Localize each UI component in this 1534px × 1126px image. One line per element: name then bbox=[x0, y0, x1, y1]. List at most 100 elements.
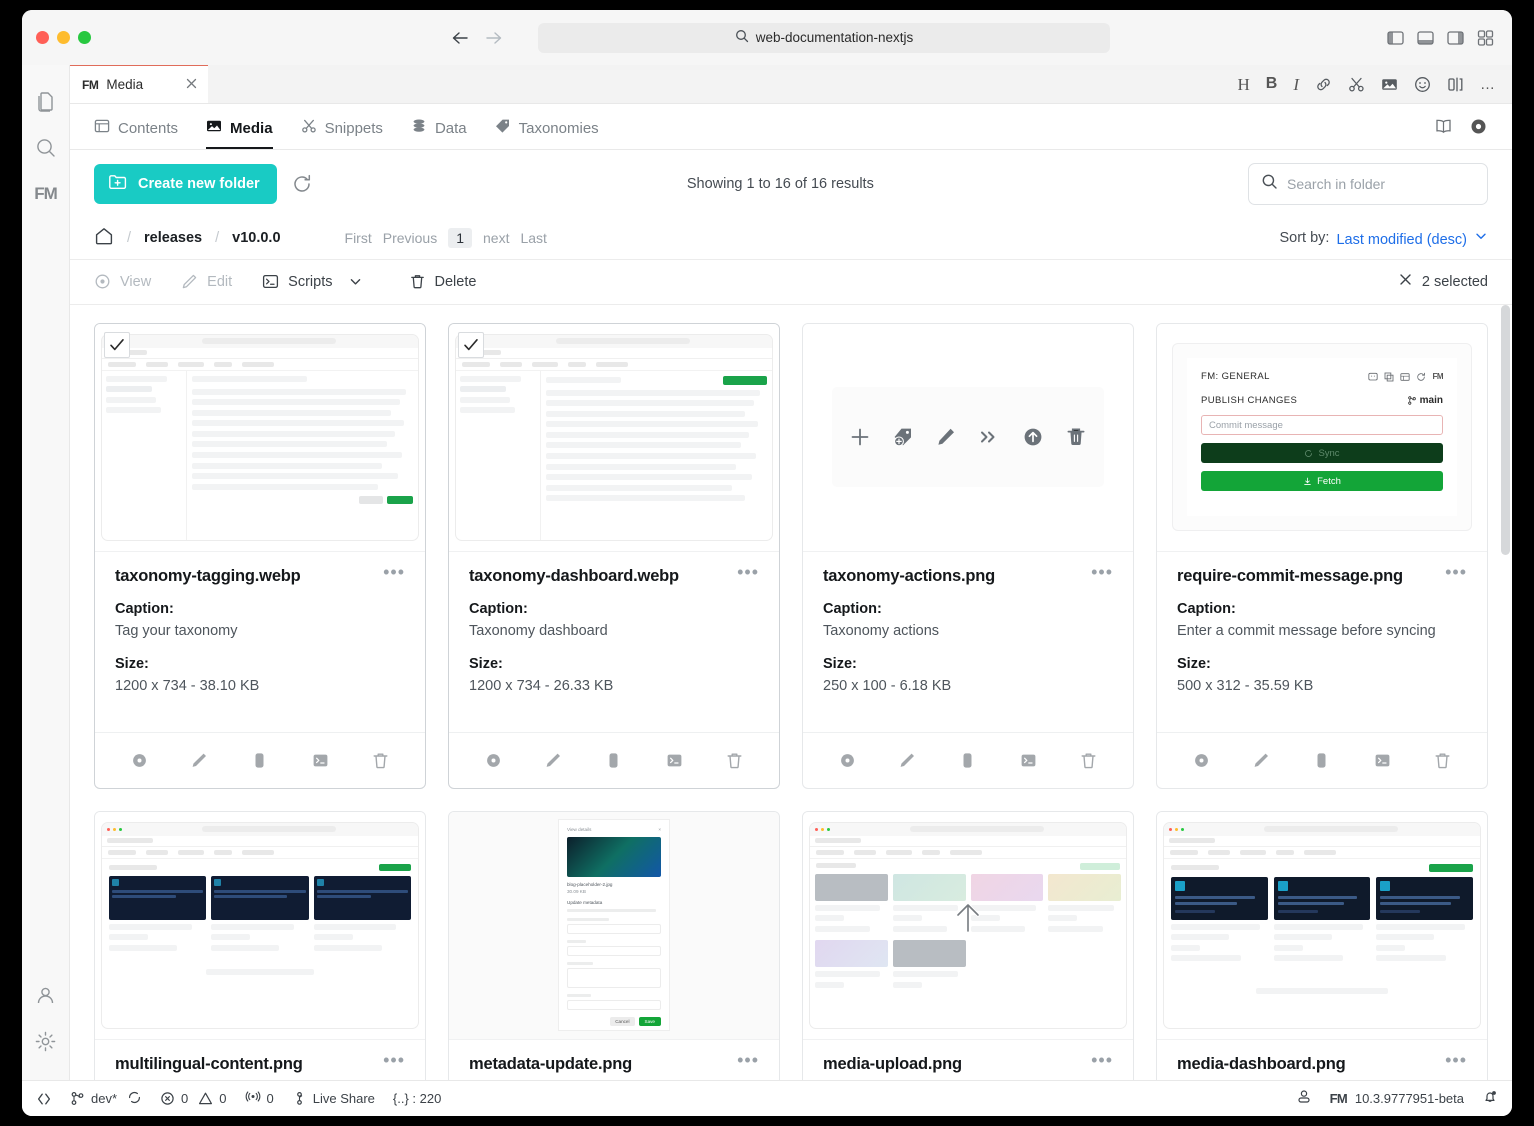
media-thumbnail[interactable]: FM: GENERAL FM bbox=[1157, 324, 1487, 552]
more-icon[interactable]: ••• bbox=[1445, 567, 1467, 578]
media-thumbnail[interactable] bbox=[1157, 812, 1487, 1040]
files-icon[interactable] bbox=[26, 79, 66, 125]
emoji-icon[interactable] bbox=[1414, 76, 1431, 93]
trash-icon[interactable] bbox=[1433, 751, 1452, 770]
more-icon[interactable]: ••• bbox=[383, 1055, 405, 1066]
create-new-folder-button[interactable]: Create new folder bbox=[94, 164, 277, 204]
sync-button[interactable]: Sync bbox=[1201, 443, 1443, 463]
more-icon[interactable]: ••• bbox=[1091, 567, 1113, 578]
maximize-window-button[interactable] bbox=[78, 31, 91, 44]
bell-dot-icon[interactable] bbox=[1482, 1089, 1498, 1108]
search-input[interactable] bbox=[1287, 176, 1475, 192]
clipboard-icon[interactable] bbox=[604, 751, 623, 770]
page-first[interactable]: First bbox=[345, 230, 372, 246]
braces-indicator[interactable]: {..} : 220 bbox=[393, 1091, 441, 1106]
live-share-button[interactable]: Live Share bbox=[292, 1091, 375, 1106]
sort-value[interactable]: Last modified (desc) bbox=[1336, 231, 1467, 251]
close-window-button[interactable] bbox=[36, 31, 49, 44]
media-thumbnail[interactable] bbox=[803, 324, 1133, 552]
media-thumbnail[interactable]: View details × blog-placeholder-2.jpg 30… bbox=[449, 812, 779, 1040]
delete-button[interactable]: Delete bbox=[409, 273, 477, 290]
panel-right-icon[interactable] bbox=[1447, 29, 1464, 46]
panel-bottom-icon[interactable] bbox=[1417, 29, 1434, 46]
media-thumbnail[interactable] bbox=[95, 324, 425, 552]
clipboard-icon[interactable] bbox=[250, 751, 269, 770]
breadcrumb-item-releases[interactable]: releases bbox=[144, 230, 202, 246]
bold-icon[interactable]: B bbox=[1266, 76, 1278, 92]
page-previous[interactable]: Previous bbox=[383, 230, 437, 246]
page-next[interactable]: next bbox=[483, 230, 509, 246]
eye-icon[interactable] bbox=[484, 751, 503, 770]
more-icon[interactable]: ••• bbox=[737, 1055, 759, 1066]
home-icon[interactable] bbox=[94, 226, 114, 250]
page-current[interactable]: 1 bbox=[448, 228, 472, 248]
pencil-icon[interactable] bbox=[898, 751, 917, 770]
remote-indicator[interactable] bbox=[36, 1091, 52, 1107]
scissors-icon[interactable] bbox=[1348, 76, 1365, 93]
frontmatter-version[interactable]: FM 10.3.9777951-beta bbox=[1330, 1091, 1464, 1106]
terminal-icon[interactable] bbox=[1019, 751, 1038, 770]
media-thumbnail[interactable] bbox=[803, 812, 1133, 1040]
breadcrumb-item-version[interactable]: v10.0.0 bbox=[232, 230, 280, 246]
scripts-button[interactable]: Scripts bbox=[262, 273, 362, 290]
git-branch-indicator[interactable]: dev* bbox=[70, 1090, 142, 1108]
tab-media[interactable]: Media bbox=[206, 118, 273, 149]
more-icon[interactable]: ••• bbox=[737, 567, 759, 578]
trash-icon[interactable] bbox=[1079, 751, 1098, 770]
terminal-icon[interactable] bbox=[665, 751, 684, 770]
pencil-icon[interactable] bbox=[1252, 751, 1271, 770]
selection-checkbox[interactable] bbox=[458, 332, 484, 358]
address-bar[interactable]: web-documentation-nextjs bbox=[538, 23, 1110, 53]
more-icon[interactable]: … bbox=[1480, 77, 1496, 92]
fetch-button[interactable]: Fetch bbox=[1201, 471, 1443, 491]
layout-grid-icon[interactable] bbox=[1477, 29, 1494, 46]
eye-icon[interactable] bbox=[838, 751, 857, 770]
sync-icon[interactable] bbox=[127, 1090, 142, 1108]
gear-icon[interactable] bbox=[1469, 117, 1488, 141]
trash-icon[interactable] bbox=[371, 751, 390, 770]
ports-indicator[interactable]: 0 bbox=[245, 1091, 274, 1106]
media-thumbnail[interactable] bbox=[449, 324, 779, 552]
chevron-down-icon[interactable] bbox=[348, 274, 363, 289]
search-icon[interactable] bbox=[26, 125, 66, 171]
selection-status[interactable]: 2 selected bbox=[1398, 272, 1488, 291]
close-icon[interactable] bbox=[185, 77, 198, 93]
eye-icon[interactable] bbox=[130, 751, 149, 770]
media-card[interactable]: media-dashboard.png ••• bbox=[1156, 811, 1488, 1081]
terminal-icon[interactable] bbox=[1373, 751, 1392, 770]
more-icon[interactable]: ••• bbox=[1091, 1055, 1113, 1066]
tab-data[interactable]: Data bbox=[411, 118, 467, 149]
clipboard-icon[interactable] bbox=[958, 751, 977, 770]
scrollbar[interactable] bbox=[1501, 305, 1510, 555]
media-card[interactable]: View details × blog-placeholder-2.jpg 30… bbox=[448, 811, 780, 1081]
settings-gear-icon[interactable] bbox=[26, 1018, 66, 1064]
commit-message-input[interactable]: Commit message bbox=[1201, 415, 1443, 435]
tab-contents[interactable]: Contents bbox=[94, 118, 178, 149]
more-icon[interactable]: ••• bbox=[383, 567, 405, 578]
link-icon[interactable] bbox=[1315, 76, 1332, 93]
selection-checkbox[interactable] bbox=[104, 332, 130, 358]
account-icon[interactable] bbox=[1296, 1089, 1312, 1108]
trash-icon[interactable] bbox=[725, 751, 744, 770]
book-icon[interactable] bbox=[1434, 117, 1453, 141]
heading-icon[interactable]: H bbox=[1237, 76, 1249, 93]
view-button[interactable]: View bbox=[94, 273, 151, 290]
media-card[interactable]: taxonomy-dashboard.webp ••• Caption: Tax… bbox=[448, 323, 780, 789]
eye-icon[interactable] bbox=[1192, 751, 1211, 770]
pencil-icon[interactable] bbox=[544, 751, 563, 770]
image-icon[interactable] bbox=[1381, 76, 1398, 93]
forward-icon[interactable] bbox=[484, 30, 504, 46]
pencil-icon[interactable] bbox=[190, 751, 209, 770]
page-last[interactable]: Last bbox=[520, 230, 546, 246]
tab-taxonomies[interactable]: Taxonomies bbox=[495, 118, 599, 149]
refresh-icon[interactable] bbox=[291, 173, 313, 195]
terminal-icon[interactable] bbox=[311, 751, 330, 770]
sort-control[interactable]: Sort by: Last modified (desc) bbox=[1279, 226, 1488, 251]
media-card[interactable]: multilingual-content.png ••• bbox=[94, 811, 426, 1081]
media-card[interactable]: taxonomy-tagging.webp ••• Caption: Tag y… bbox=[94, 323, 426, 789]
media-card[interactable]: media-upload.png ••• bbox=[802, 811, 1134, 1081]
media-card[interactable]: FM: GENERAL FM bbox=[1156, 323, 1488, 789]
account-icon[interactable] bbox=[26, 972, 66, 1018]
split-editor-icon[interactable] bbox=[1447, 76, 1464, 93]
media-card[interactable]: taxonomy-actions.png ••• Caption: Taxono… bbox=[802, 323, 1134, 789]
